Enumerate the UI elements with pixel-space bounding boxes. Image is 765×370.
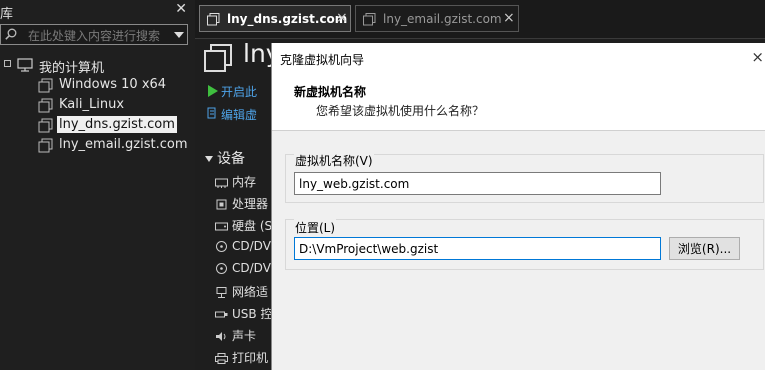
edit-settings-link[interactable]: 编辑虚 <box>207 106 258 123</box>
vm-icon <box>207 13 220 26</box>
device-label: 硬盘 (S <box>232 219 273 233</box>
tree-item-label: lny_dns.gzist.com <box>57 116 177 133</box>
tree-item-label: Windows 10 x64 <box>59 77 167 92</box>
vm-name-input[interactable] <box>294 172 661 195</box>
play-icon <box>208 85 218 97</box>
tree-root-label: 我的计算机 <box>39 61 105 76</box>
vm-icon <box>38 138 53 153</box>
edit-settings-label: 编辑虚 <box>221 108 258 122</box>
library-title: 库 <box>0 7 14 22</box>
tab-label: lny_email.gzist.com <box>383 12 502 26</box>
device-label: 处理器 <box>232 197 269 211</box>
browse-button[interactable]: 浏览(R)... <box>669 237 740 260</box>
devices-section-header[interactable]: 设备 <box>205 148 245 168</box>
collapse-icon[interactable] <box>4 60 11 67</box>
tab-lny-dns[interactable]: lny_dns.gzist.com × <box>199 5 351 32</box>
tab-close-icon[interactable]: × <box>503 10 515 26</box>
device-label: CD/DV <box>232 239 271 253</box>
vm-name-label: 虚拟机名称(V) <box>294 152 374 169</box>
collapse-icon <box>205 156 213 162</box>
device-sound[interactable]: 声卡 <box>215 327 256 344</box>
cpu-icon <box>216 199 227 210</box>
tree-item-vm-selected[interactable]: lny_dns.gzist.com <box>0 115 195 135</box>
harddisk-icon <box>215 222 228 231</box>
device-network[interactable]: 网络适 <box>215 283 268 300</box>
device-label: USB 控 <box>232 307 273 321</box>
dialog-titlebar[interactable]: 克隆虚拟机向导 × <box>272 43 765 73</box>
memory-icon <box>215 178 228 188</box>
location-input[interactable] <box>294 237 661 260</box>
cd-icon <box>216 263 227 274</box>
wizard-step-title: 新虚拟机名称 <box>294 85 367 99</box>
device-cpu[interactable]: 处理器 <box>215 195 268 212</box>
tree-item-vm[interactable]: Kali_Linux <box>0 95 195 115</box>
printer-icon <box>215 353 228 364</box>
edit-icon <box>207 107 216 119</box>
computer-icon <box>17 58 33 72</box>
search-dropdown-icon[interactable] <box>174 32 184 38</box>
search-icon <box>5 28 17 40</box>
device-label: 内存 <box>232 175 257 189</box>
device-label: 网络适 <box>232 285 269 299</box>
tree-item-vm[interactable]: Windows 10 x64 <box>0 75 195 95</box>
device-label: 声卡 <box>232 329 257 343</box>
tree-item-label: Kali_Linux <box>59 97 125 112</box>
dialog-close-icon[interactable]: × <box>751 48 764 66</box>
device-harddisk[interactable]: 硬盘 (S <box>215 217 272 234</box>
power-on-label: 开启此 <box>221 85 258 99</box>
vm-large-icon <box>204 44 232 72</box>
location-label: 位置(L) <box>294 219 337 236</box>
library-header: 库 ✕ <box>0 0 195 22</box>
tab-close-icon[interactable]: × <box>336 10 348 26</box>
device-memory[interactable]: 内存 <box>215 173 256 190</box>
usb-icon <box>215 311 228 318</box>
tab-lny-email[interactable]: lny_email.gzist.com × <box>355 5 519 32</box>
wizard-step-header: 新虚拟机名称 您希望该虚拟机使用什么名称？ <box>272 73 765 131</box>
vm-icon <box>38 118 53 133</box>
power-on-link[interactable]: 开启此 <box>208 83 258 100</box>
library-close-icon[interactable]: ✕ <box>175 1 187 17</box>
sound-icon <box>216 332 226 341</box>
vm-tab-bar: lny_dns.gzist.com × lny_email.gzist.com … <box>195 0 765 39</box>
tree-item-vm[interactable]: lny_email.gzist.com <box>0 135 195 155</box>
vm-icon <box>38 78 53 93</box>
clone-vm-wizard-dialog: 克隆虚拟机向导 × 新虚拟机名称 您希望该虚拟机使用什么名称？ 虚拟机名称(V)… <box>271 43 765 370</box>
library-search-box[interactable]: 在此处键入内容进行搜索 <box>0 24 188 45</box>
library-sidebar: 库 ✕ 在此处键入内容进行搜索 我的计算机 Windows 10 x64 Kal… <box>0 0 196 370</box>
device-cd-dvd-2[interactable]: CD/DV <box>215 261 271 275</box>
vm-tree: 我的计算机 Windows 10 x64 Kali_Linux lny_dns.… <box>0 55 195 155</box>
device-label: 打印机 <box>232 351 269 365</box>
device-printer[interactable]: 打印机 <box>215 349 268 366</box>
search-placeholder: 在此处键入内容进行搜索 <box>28 29 161 43</box>
wizard-step-description: 您希望该虚拟机使用什么名称？ <box>316 104 485 118</box>
tree-item-label: lny_email.gzist.com <box>59 137 188 152</box>
devices-header-label: 设备 <box>217 151 245 167</box>
device-label: CD/DV <box>232 261 271 275</box>
vm-icon <box>363 13 376 26</box>
network-icon <box>216 287 227 298</box>
vm-icon <box>38 98 53 113</box>
device-cd-dvd-1[interactable]: CD/DV <box>215 239 271 253</box>
device-usb[interactable]: USB 控 <box>215 305 272 322</box>
dialog-title: 克隆虚拟机向导 <box>280 53 365 67</box>
tree-root-my-computer[interactable]: 我的计算机 <box>0 55 195 76</box>
cd-icon <box>216 241 227 252</box>
tab-label: lny_dns.gzist.com <box>227 12 348 26</box>
